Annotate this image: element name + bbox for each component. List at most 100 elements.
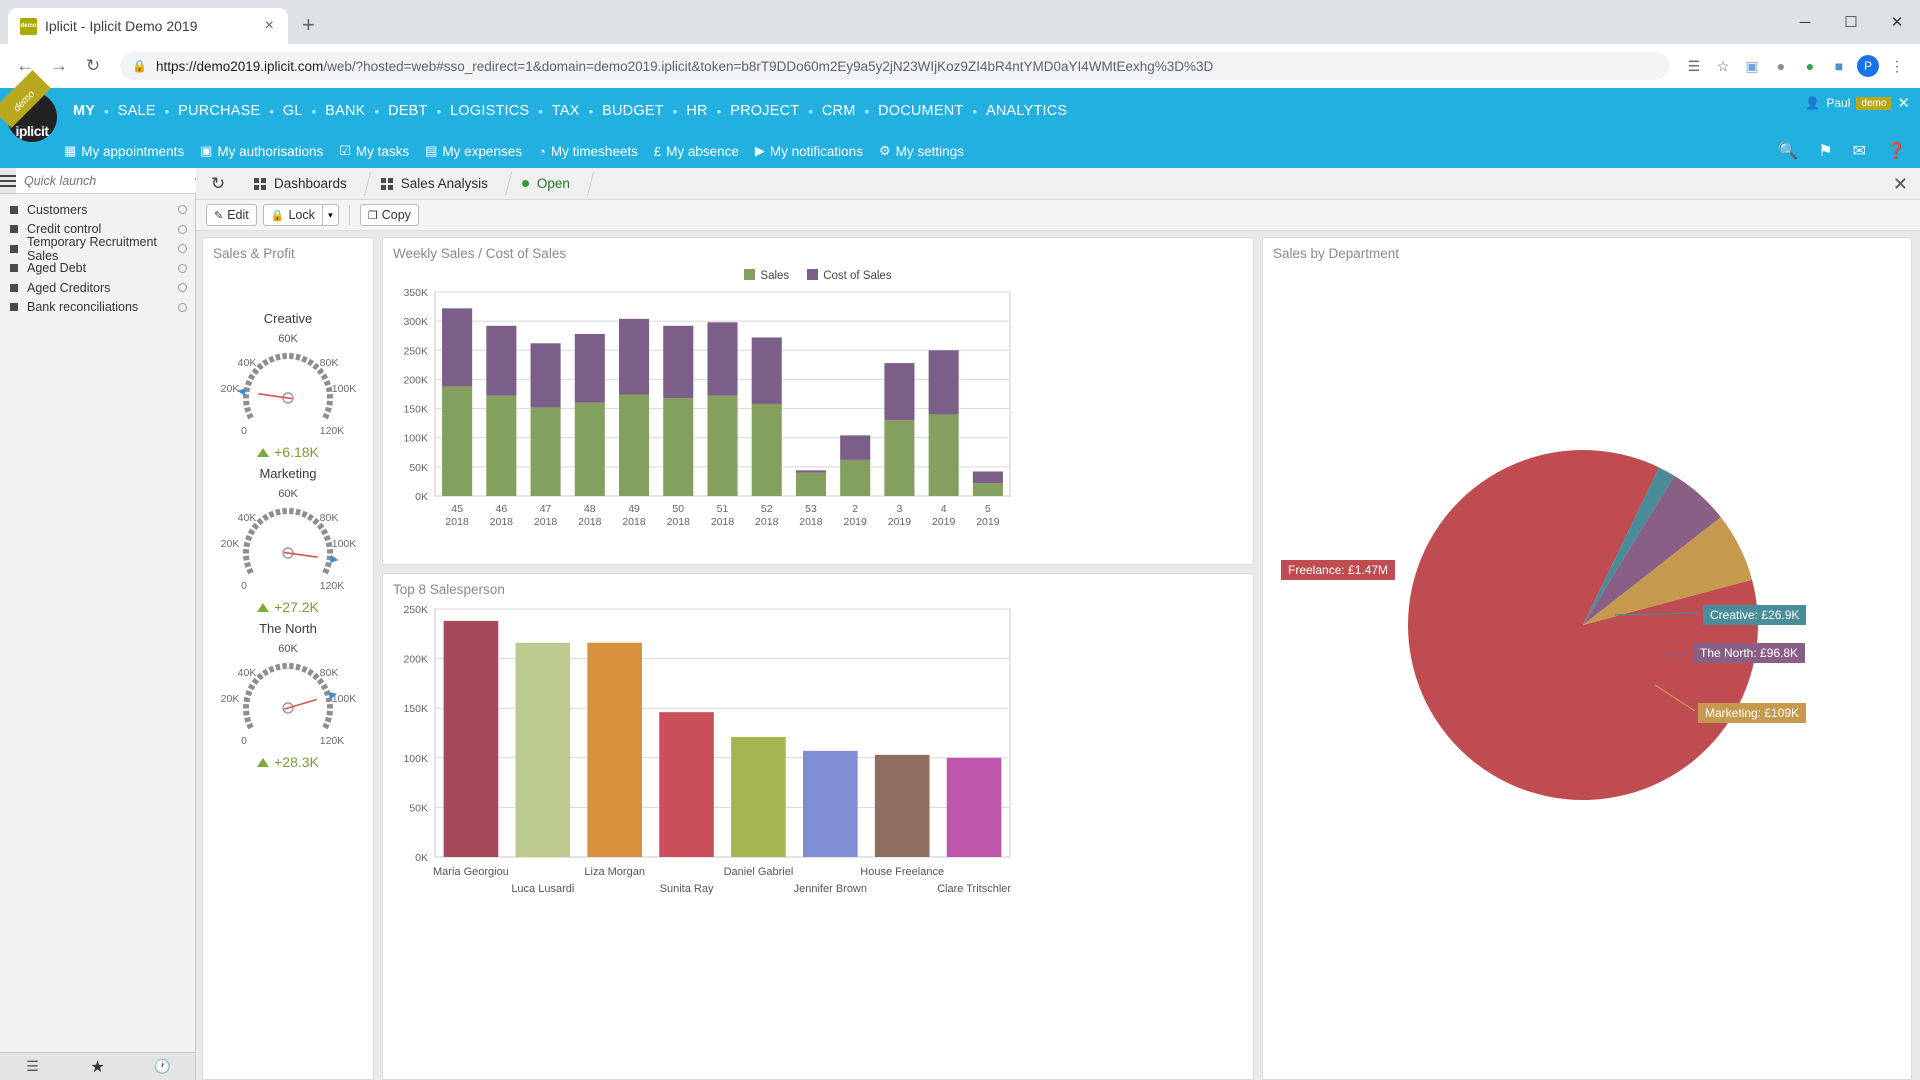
- extension-blue-icon[interactable]: ■: [1826, 53, 1852, 79]
- bar-segment-cost-of-sales[interactable]: [575, 334, 605, 403]
- window-close-button[interactable]: ✕: [1874, 0, 1920, 44]
- main-menu-item-crm[interactable]: CRM: [813, 103, 865, 119]
- bar-segment-sales[interactable]: [663, 398, 693, 496]
- bar-segment-cost-of-sales[interactable]: [752, 337, 782, 403]
- bar-segment-sales[interactable]: [486, 396, 516, 496]
- app-close-icon[interactable]: ✕: [1897, 94, 1910, 112]
- breadcrumb-open[interactable]: Open: [508, 168, 590, 199]
- bar-segment-sales[interactable]: [442, 386, 472, 496]
- sidebar-item-bank-reconciliations[interactable]: Bank reconciliations: [0, 298, 195, 318]
- main-menu-item-gl[interactable]: GL: [274, 103, 312, 119]
- profile-avatar[interactable]: P: [1855, 53, 1881, 79]
- pin-circle-icon[interactable]: [178, 244, 187, 253]
- pin-circle-icon[interactable]: [178, 225, 187, 234]
- breadcrumb-sales-analysis[interactable]: Sales Analysis: [367, 168, 508, 199]
- star-icon[interactable]: ★: [65, 1053, 130, 1080]
- bar-segment-sales[interactable]: [840, 460, 870, 496]
- hamburger-icon[interactable]: [0, 168, 16, 193]
- main-menu-item-logistics[interactable]: LOGISTICS: [441, 103, 538, 119]
- bar-segment-cost-of-sales[interactable]: [973, 472, 1003, 484]
- bar-jennifer-brown[interactable]: [803, 751, 858, 857]
- search-icon[interactable]: 🔍: [1778, 141, 1798, 161]
- lock-dropdown-caret-icon[interactable]: ▾: [322, 204, 339, 226]
- subnav-item-my-expenses[interactable]: ▤My expenses: [425, 143, 522, 159]
- subnav-item-my-appointments[interactable]: ▦My appointments: [64, 143, 184, 159]
- main-menu-item-bank[interactable]: BANK: [316, 103, 374, 119]
- bar-segment-sales[interactable]: [973, 483, 1003, 496]
- sidebar-item-aged-debt[interactable]: Aged Debt: [0, 259, 195, 279]
- sidebar-item-aged-creditors[interactable]: Aged Creditors: [0, 278, 195, 298]
- inbox-icon[interactable]: ✉: [1853, 141, 1866, 161]
- bar-sunita-ray[interactable]: [659, 712, 714, 857]
- bar-segment-cost-of-sales[interactable]: [840, 435, 870, 459]
- bar-segment-cost-of-sales[interactable]: [707, 322, 737, 395]
- bar-segment-cost-of-sales[interactable]: [663, 326, 693, 398]
- bar-segment-cost-of-sales[interactable]: [929, 350, 959, 414]
- main-menu-item-my[interactable]: MY: [64, 103, 104, 119]
- bar-segment-sales[interactable]: [796, 473, 826, 496]
- department-pie-chart[interactable]: Freelance: £1.47MCreative: £26.9KThe Nor…: [1263, 265, 1911, 1079]
- subnav-item-my-settings[interactable]: ⚙My settings: [879, 143, 964, 159]
- bar-segment-sales[interactable]: [884, 420, 914, 496]
- forward-icon[interactable]: →: [44, 51, 74, 81]
- refresh-icon[interactable]: ↻: [196, 168, 240, 199]
- bar-segment-cost-of-sales[interactable]: [531, 343, 561, 407]
- address-bar[interactable]: 🔒 https://demo2019.iplicit.com/web/?host…: [120, 52, 1669, 80]
- subnav-item-my-tasks[interactable]: ☑My tasks: [339, 143, 409, 159]
- bar-segment-cost-of-sales[interactable]: [442, 308, 472, 386]
- bar-segment-cost-of-sales[interactable]: [486, 326, 516, 396]
- browser-menu-icon[interactable]: ⋮: [1884, 53, 1910, 79]
- subnav-item-my-timesheets[interactable]: ◔My timesheets: [538, 144, 638, 159]
- flag-icon[interactable]: ⚑: [1818, 141, 1832, 161]
- pin-circle-icon[interactable]: [178, 264, 187, 273]
- browser-tab[interactable]: demo Iplicit - Iplicit Demo 2019 ×: [8, 8, 288, 44]
- help-icon[interactable]: ❓: [1886, 141, 1906, 161]
- sidebar-item-temporary-recruitment-sales[interactable]: Temporary Recruitment Sales: [0, 239, 195, 259]
- main-menu-item-analytics[interactable]: ANALYTICS: [977, 103, 1076, 119]
- breadcrumb-dashboards[interactable]: Dashboards: [240, 168, 367, 199]
- bar-segment-sales[interactable]: [752, 404, 782, 496]
- main-menu-item-debt[interactable]: DEBT: [379, 103, 436, 119]
- bar-segment-sales[interactable]: [929, 414, 959, 496]
- list-icon[interactable]: ☰: [0, 1053, 65, 1080]
- legend-item-cost-of-sales[interactable]: Cost of Sales: [807, 269, 891, 282]
- sidebar-item-customers[interactable]: Customers: [0, 200, 195, 220]
- bar-segment-sales[interactable]: [575, 403, 605, 496]
- subnav-item-my-notifications[interactable]: ▶My notifications: [755, 143, 863, 159]
- close-view-icon[interactable]: ✕: [1893, 174, 1908, 195]
- main-menu-item-tax[interactable]: TAX: [543, 103, 589, 119]
- bar-house-freelance[interactable]: [875, 755, 930, 857]
- copy-button[interactable]: ❐ Copy: [360, 204, 419, 226]
- history-icon[interactable]: 🕐: [130, 1053, 195, 1080]
- subnav-item-my-absence[interactable]: £My absence: [654, 144, 739, 159]
- pin-circle-icon[interactable]: [178, 205, 187, 214]
- window-maximize-button[interactable]: ☐: [1828, 0, 1874, 44]
- weekly-sales-chart[interactable]: 0K50K100K150K200K250K300K350K45201846201…: [383, 282, 1253, 564]
- bar-segment-cost-of-sales[interactable]: [796, 470, 826, 472]
- bar-clare-tritschler[interactable]: [947, 758, 1002, 857]
- bar-daniel-gabriel[interactable]: [731, 737, 786, 857]
- pin-circle-icon[interactable]: [178, 283, 187, 292]
- main-menu-item-sale[interactable]: SALE: [109, 103, 165, 119]
- bar-luca-lusardi[interactable]: [516, 643, 571, 857]
- top8-chart[interactable]: 0K50K100K150K200K250KMaria GeorgiouLuca …: [383, 601, 1253, 1079]
- subnav-item-my-authorisations[interactable]: ▣My authorisations: [200, 143, 323, 159]
- main-menu-item-document[interactable]: DOCUMENT: [869, 103, 972, 119]
- star-icon[interactable]: ☆: [1710, 53, 1736, 79]
- window-minimize-button[interactable]: ─: [1782, 0, 1828, 44]
- bar-liza-morgan[interactable]: [587, 643, 642, 857]
- edit-button[interactable]: ✎ Edit: [206, 204, 257, 226]
- bar-segment-sales[interactable]: [531, 407, 561, 496]
- bar-segment-sales[interactable]: [619, 395, 649, 496]
- new-tab-button[interactable]: +: [302, 12, 315, 38]
- app-logo[interactable]: iplicit demo: [4, 88, 60, 168]
- main-menu-item-purchase[interactable]: PURCHASE: [169, 103, 269, 119]
- bar-segment-cost-of-sales[interactable]: [619, 319, 649, 395]
- pin-circle-icon[interactable]: [178, 303, 187, 312]
- main-menu-item-hr[interactable]: HR: [677, 103, 716, 119]
- reload-icon[interactable]: ↻: [78, 51, 108, 81]
- bar-segment-sales[interactable]: [707, 396, 737, 496]
- extension-green-icon[interactable]: ●: [1797, 53, 1823, 79]
- lock-button[interactable]: 🔒 Lock: [263, 204, 322, 226]
- close-tab-icon[interactable]: ×: [261, 17, 278, 35]
